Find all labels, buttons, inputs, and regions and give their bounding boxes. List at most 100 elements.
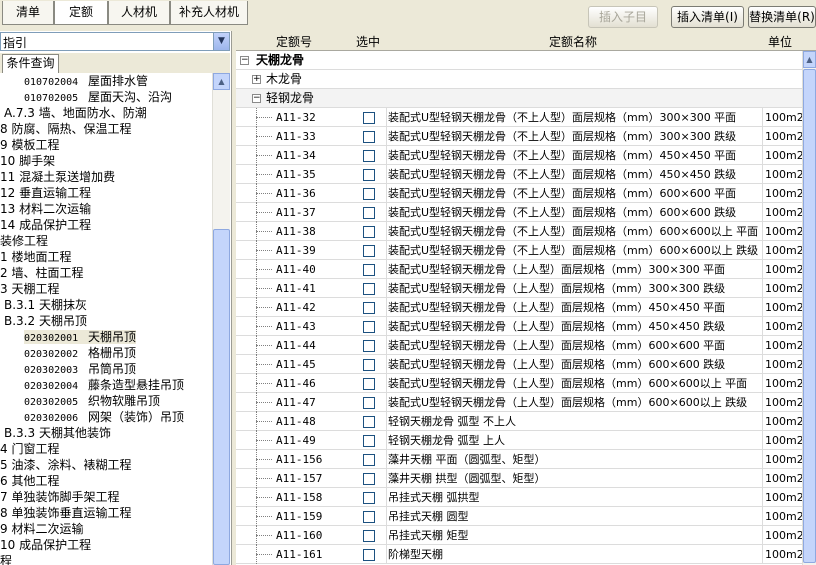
tab-rencaiji[interactable]: 人材机 [108,1,170,25]
row-select-checkbox[interactable] [363,283,375,295]
tree-item[interactable]: 8 单独装饰垂直运输工程 [0,505,131,521]
tree-item[interactable]: 11 混凝土泵送增加费 [0,169,115,185]
row-select-checkbox[interactable] [363,188,375,200]
tab-buchong-rencaiji[interactable]: 补充人材机 [170,1,248,25]
table-row[interactable]: A11-45 装配式U型轻钢天棚龙骨（上人型）面层规格（mm）600×600 跌级… [236,355,802,374]
tree-item[interactable]: 10 成品保护工程 [0,537,91,553]
replace-list-button[interactable]: 替换清单(R) [748,6,816,28]
group-row[interactable]: − 天棚龙骨 [236,51,802,70]
tree-item[interactable]: 9 材料二次运输 [0,521,83,537]
table-row[interactable]: A11-46 装配式U型轻钢天棚龙骨（上人型）面层规格（mm）600×600以上 … [236,374,802,393]
scroll-thumb[interactable] [803,69,816,563]
tree-item[interactable]: 020302003 吊筒吊顶 [24,361,136,377]
tree-item[interactable]: 020302005 织物软雕吊顶 [24,393,160,409]
row-select-checkbox[interactable] [363,378,375,390]
table-row[interactable]: A11-38 装配式U型轻钢天棚龙骨（不上人型）面层规格（mm）600×600以上… [236,222,802,241]
table-row[interactable]: A11-160 吊挂式天棚 矩型 100m2 [236,526,802,545]
collapse-icon[interactable]: − [240,56,249,65]
row-select-checkbox[interactable] [363,511,375,523]
tree-item[interactable]: 010702004 屋面排水管 [24,73,148,89]
row-select-checkbox[interactable] [363,435,375,447]
row-select-checkbox[interactable] [363,112,375,124]
table-row[interactable]: A11-43 装配式U型轻钢天棚龙骨（上人型）面层规格（mm）450×450 跌级… [236,317,802,336]
tree-item[interactable]: 5 油漆、涂料、裱糊工程 [0,457,131,473]
tree-item[interactable]: 010702005 屋面天沟、沿沟 [24,89,172,105]
row-select-checkbox[interactable] [363,397,375,409]
row-select-checkbox[interactable] [363,226,375,238]
tab-qingdan[interactable]: 清单 [2,1,54,25]
row-select-checkbox[interactable] [363,473,375,485]
row-select-checkbox[interactable] [363,302,375,314]
insert-list-button[interactable]: 插入清单(I) [671,6,744,28]
insert-child-button[interactable]: 插入子目 [588,6,658,28]
table-row[interactable]: A11-159 吊挂式天棚 圆型 100m2 [236,507,802,526]
subgroup-row-expanded[interactable]: − 轻钢龙骨 [236,89,802,108]
table-row[interactable]: A11-32 装配式U型轻钢天棚龙骨（不上人型）面层规格（mm）300×300 平… [236,108,802,127]
table-row[interactable]: A11-41 装配式U型轻钢天棚龙骨（上人型）面层规格（mm）300×300 跌级… [236,279,802,298]
row-select-checkbox[interactable] [363,416,375,428]
tree-item[interactable]: 13 材料二次运输 [0,201,91,217]
tab-condition-query[interactable]: 条件查询 [2,54,59,73]
tree-item[interactable]: 10 脚手架 [0,153,55,169]
table-row[interactable]: A11-35 装配式U型轻钢天棚龙骨（不上人型）面层规格（mm）450×450 跌… [236,165,802,184]
tree-item[interactable]: 3 天棚工程 [0,281,59,297]
row-select-checkbox[interactable] [363,131,375,143]
table-row[interactable]: A11-39 装配式U型轻钢天棚龙骨（不上人型）面层规格（mm）600×600以上… [236,241,802,260]
tree-item[interactable]: B.3.1 天棚抹灰 [4,297,87,313]
scroll-up-icon[interactable]: ▲ [803,51,816,68]
tree-item[interactable]: B.3.2 天棚吊顶 [4,313,87,329]
tree-item[interactable]: 14 成品保护工程 [0,217,91,233]
table-row[interactable]: A11-42 装配式U型轻钢天棚龙骨（上人型）面层规格（mm）450×450 平面… [236,298,802,317]
tree-item[interactable]: 装修工程 [0,233,48,249]
table-row[interactable]: A11-34 装配式U型轻钢天棚龙骨（不上人型）面层规格（mm）450×450 平… [236,146,802,165]
header-name[interactable]: 定额名称 [549,33,597,50]
header-select[interactable]: 选中 [356,33,380,50]
row-select-checkbox[interactable] [363,245,375,257]
table-row[interactable]: A11-47 装配式U型轻钢天棚龙骨（上人型）面层规格（mm）600×600以上 … [236,393,802,412]
row-select-checkbox[interactable] [363,207,375,219]
tree-item[interactable]: 1 楼地面工程 [0,249,71,265]
tree-item[interactable]: 020302006 网架（装饰）吊顶 [24,409,184,425]
table-row[interactable]: A11-36 装配式U型轻钢天棚龙骨（不上人型）面层规格（mm）600×600 平… [236,184,802,203]
row-select-checkbox[interactable] [363,359,375,371]
table-row[interactable]: A11-158 吊挂式天棚 弧拱型 100m2 [236,488,802,507]
table-row[interactable]: A11-40 装配式U型轻钢天棚龙骨（上人型）面层规格（mm）300×300 平面… [236,260,802,279]
table-row[interactable]: A11-49 轻钢天棚龙骨 弧型 上人 100m2 [236,431,802,450]
row-select-checkbox[interactable] [363,530,375,542]
tree-item[interactable]: 程 [0,553,12,565]
tree-item[interactable]: 4 门窗工程 [0,441,59,457]
tree-item[interactable]: 020302004 藤条造型悬挂吊顶 [24,377,184,393]
chevron-down-icon[interactable]: ▼ [213,33,229,50]
row-select-checkbox[interactable] [363,492,375,504]
row-select-checkbox[interactable] [363,150,375,162]
table-row[interactable]: A11-33 装配式U型轻钢天棚龙骨（不上人型）面层规格（mm）300×300 跌… [236,127,802,146]
grid-scrollbar[interactable]: ▲ [802,51,816,565]
subgroup-row-collapsed[interactable]: + 木龙骨 [236,70,802,89]
tab-dinge[interactable]: 定额 [54,1,108,25]
row-select-checkbox[interactable] [363,264,375,276]
tree-item[interactable]: 6 其他工程 [0,473,59,489]
table-row[interactable]: A11-156 藻井天棚 平面（圆弧型、矩型） 100m2 [236,450,802,469]
tree-item[interactable]: 020302002 格栅吊顶 [24,345,136,361]
tree-item[interactable]: A.7.3 墙、地面防水、防潮 [4,105,147,121]
expand-icon[interactable]: + [252,75,261,84]
header-unit[interactable]: 单位 [768,33,792,50]
row-select-checkbox[interactable] [363,169,375,181]
tree-item[interactable]: 12 垂直运输工程 [0,185,91,201]
tree-item[interactable]: 9 模板工程 [0,137,59,153]
table-row[interactable]: A11-48 轻钢天棚龙骨 弧型 不上人 100m2 [236,412,802,431]
table-row[interactable]: A11-37 装配式U型轻钢天棚龙骨（不上人型）面层规格（mm）600×600 跌… [236,203,802,222]
tree-item[interactable]: 8 防腐、隔热、保温工程 [0,121,131,137]
tree-item[interactable]: B.3.3 天棚其他装饰 [4,425,111,441]
row-select-checkbox[interactable] [363,549,375,561]
collapse-icon[interactable]: − [252,94,261,103]
table-row[interactable]: A11-157 藻井天棚 拱型（圆弧型、矩型） 100m2 [236,469,802,488]
left-scrollbar[interactable]: ▲ [212,73,230,565]
guide-combo[interactable]: 指引 ▼ [0,32,230,51]
row-select-checkbox[interactable] [363,321,375,333]
row-select-checkbox[interactable] [363,454,375,466]
tree-item[interactable]: 2 墙、柱面工程 [0,265,83,281]
scroll-thumb[interactable] [213,229,230,565]
tree-item[interactable]: 7 单独装饰脚手架工程 [0,489,119,505]
table-row[interactable]: A11-161 阶梯型天棚 100m2 [236,545,802,564]
